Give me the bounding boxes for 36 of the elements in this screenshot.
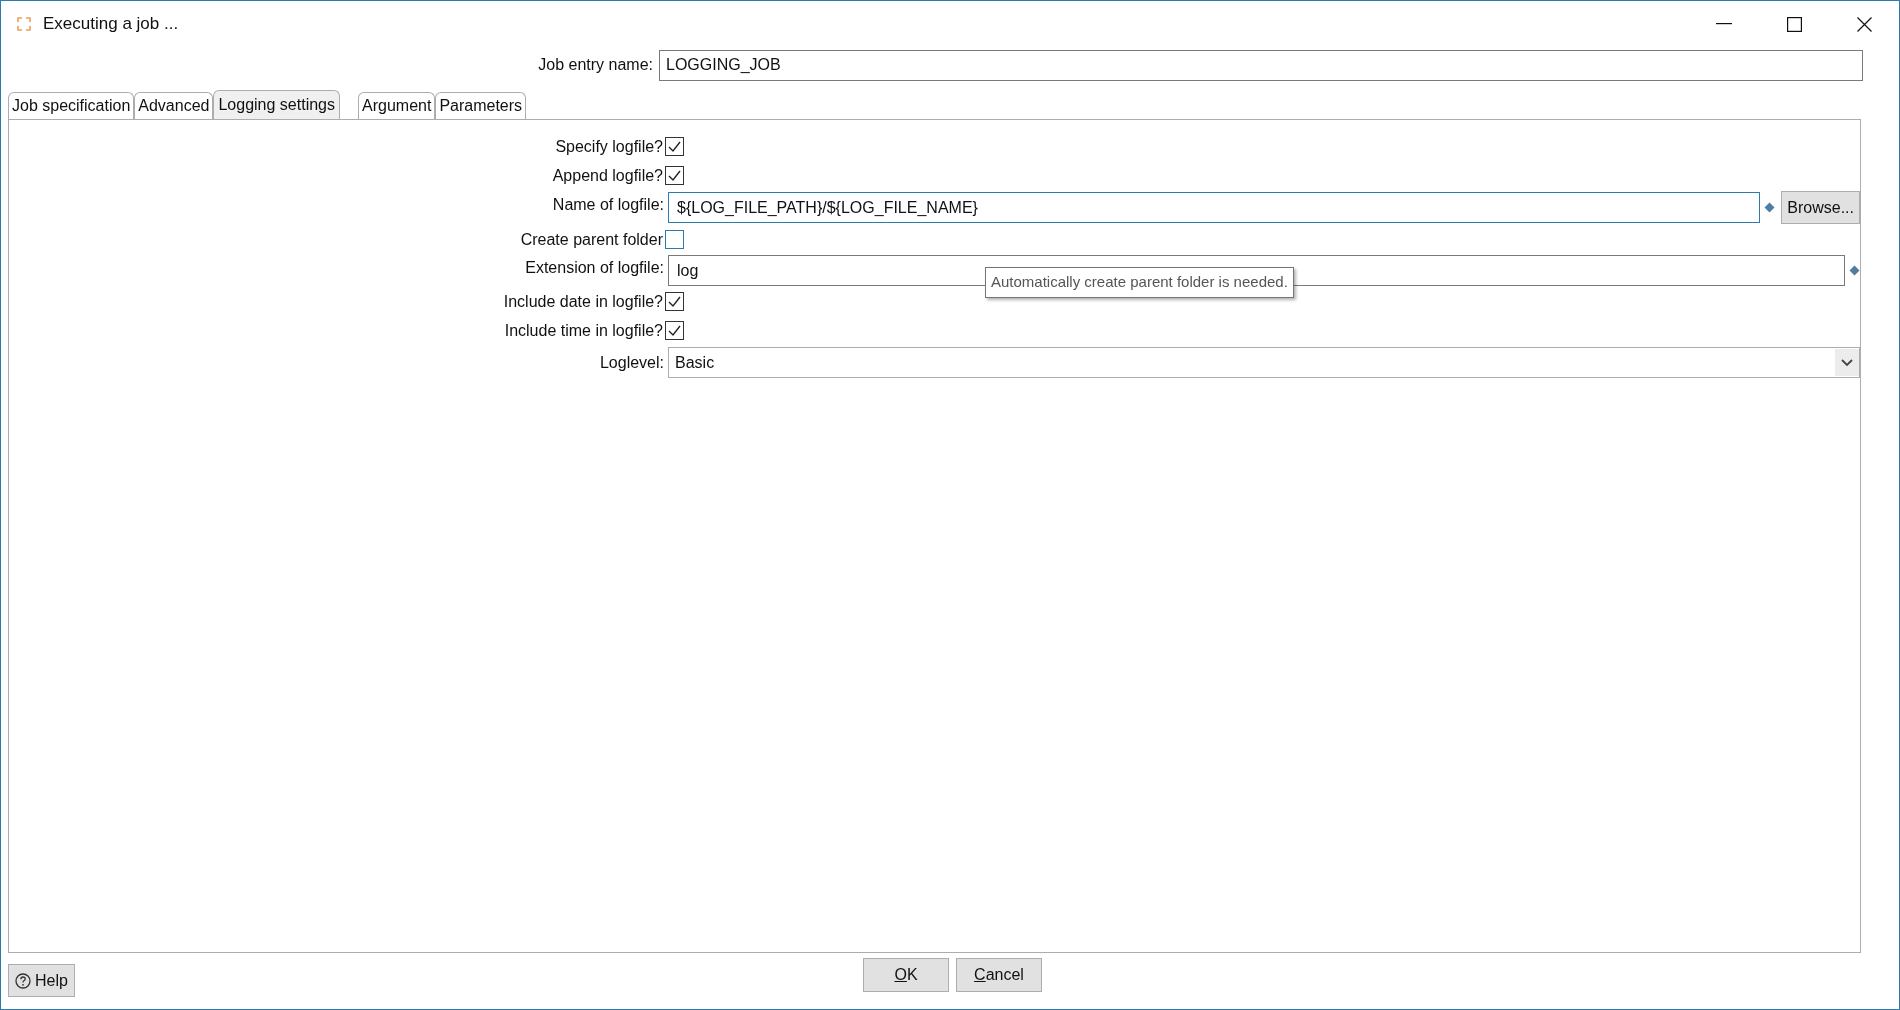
help-button[interactable]: Help: [8, 964, 75, 997]
checkbox[interactable]: [665, 137, 684, 156]
tab[interactable]: Parameters: [435, 92, 527, 119]
ok-button[interactable]: OK: [863, 958, 949, 992]
field-label: Include time in logfile?: [503, 320, 664, 341]
tab[interactable]: Job specification: [8, 92, 135, 119]
field-label: Job entry name:: [537, 55, 654, 75]
browse-button[interactable]: Browse...: [1781, 191, 1860, 224]
window-title: Executing a job ...: [43, 13, 179, 36]
field-label: Include date in logfile?: [502, 291, 664, 312]
help-icon: [15, 972, 31, 989]
field-label: Extension of logfile:: [524, 258, 665, 278]
text-field[interactable]: ${LOG_FILE_PATH}/${LOG_FILE_NAME}: [668, 192, 1761, 223]
checkbox[interactable]: [665, 230, 684, 249]
field-label: Create parent folder: [519, 229, 664, 250]
maximize-icon: [1786, 16, 1802, 32]
tab[interactable]: Argument: [358, 92, 436, 119]
variable-icon: [1849, 265, 1860, 276]
tooltip: Automatically create parent folder is needed.: [985, 267, 1294, 298]
field-label: Loglevel:: [598, 352, 665, 373]
field-label: Name of logfile:: [551, 195, 665, 215]
job-entry-name-field[interactable]: LOGGING_JOB: [659, 49, 1863, 81]
variable-icon: [1764, 202, 1776, 213]
field-label: Specify logfile?: [554, 136, 664, 157]
tab[interactable]: Advanced: [134, 92, 214, 119]
chevron-down-icon: [1835, 349, 1859, 376]
field-label: Append logfile?: [551, 165, 664, 186]
tab[interactable]: Logging settings: [213, 90, 340, 119]
cancel-button[interactable]: Cancel: [956, 958, 1042, 992]
minimize-icon: [1716, 23, 1732, 25]
checkbox[interactable]: [665, 292, 684, 311]
checkbox[interactable]: [665, 166, 684, 185]
app-icon: [15, 15, 33, 33]
loglevel-dropdown[interactable]: Basic: [668, 347, 1860, 378]
close-icon: [1856, 16, 1872, 32]
checkbox[interactable]: [665, 321, 684, 340]
